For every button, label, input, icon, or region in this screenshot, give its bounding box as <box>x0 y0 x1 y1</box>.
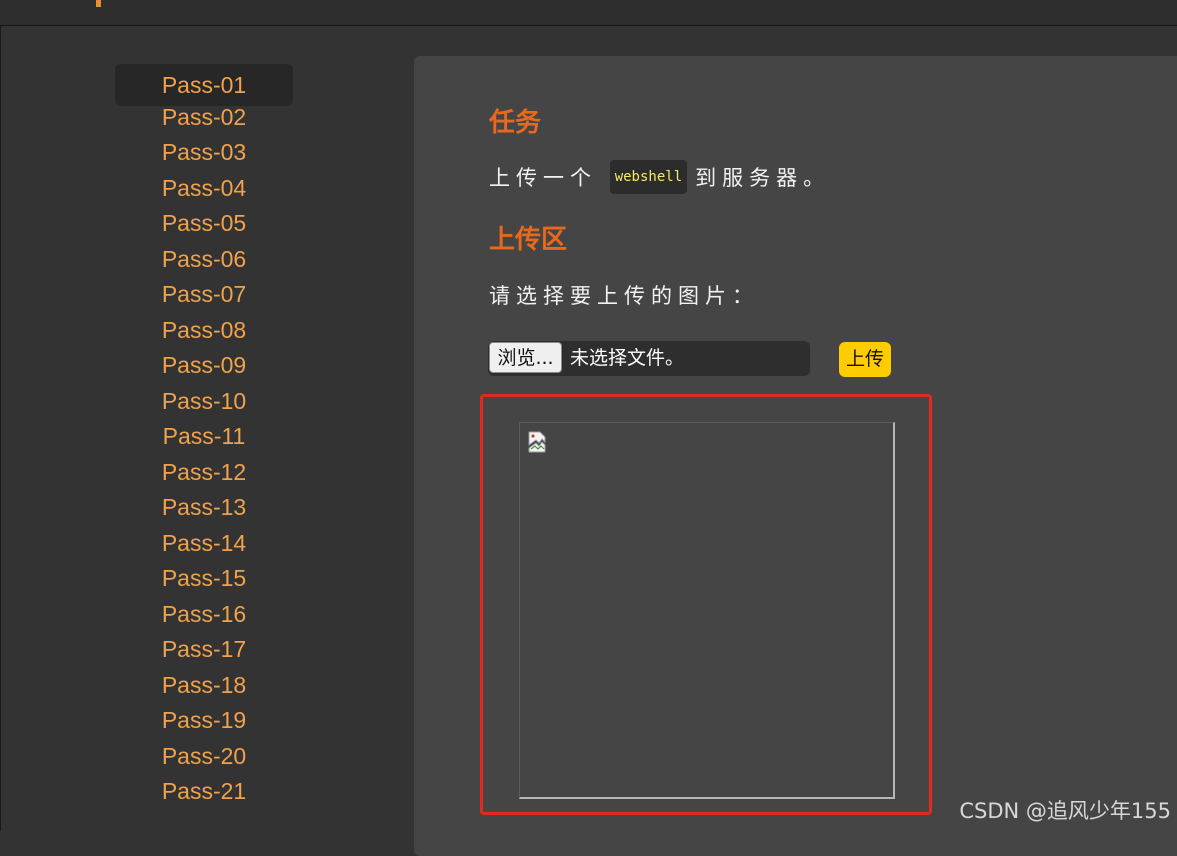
sidebar-item-pass-21[interactable]: Pass-21 <box>115 774 293 810</box>
logo-mark <box>96 0 101 7</box>
sidebar-item-pass-12[interactable]: Pass-12 <box>115 455 293 491</box>
upload-prompt: 请选择要上传的图片： <box>489 284 759 308</box>
webshell-code: webshell <box>609 160 688 194</box>
upload-heading: 上传区 <box>489 225 568 255</box>
sidebar-item-pass-11[interactable]: Pass-11 <box>115 419 293 455</box>
task-heading: 任务 <box>489 108 542 138</box>
file-input[interactable]: 浏览... 未选择文件。 <box>488 341 810 376</box>
sidebar-item-pass-02[interactable]: Pass-02 <box>115 100 293 136</box>
file-status-label: 未选择文件。 <box>570 347 685 369</box>
sidebar-item-pass-07[interactable]: Pass-07 <box>115 277 293 313</box>
sidebar-nav: Pass-01 Pass-02 Pass-03 Pass-04 Pass-05 Pass-… <box>115 64 293 810</box>
sidebar-item-pass-10[interactable]: Pass-10 <box>115 384 293 420</box>
image-preview <box>519 422 895 799</box>
watermark: CSDN @追风少年155 <box>959 799 1171 823</box>
sidebar-item-pass-19[interactable]: Pass-19 <box>115 703 293 739</box>
task-text-after: 到服务器。 <box>695 166 831 190</box>
upload-button[interactable]: 上传 <box>839 342 891 377</box>
sidebar-item-pass-09[interactable]: Pass-09 <box>115 348 293 384</box>
sidebar-item-pass-05[interactable]: Pass-05 <box>115 206 293 242</box>
sidebar-item-pass-08[interactable]: Pass-08 <box>115 313 293 349</box>
sidebar-item-pass-16[interactable]: Pass-16 <box>115 597 293 633</box>
task-description: 上传一个 webshell 到服务器。 <box>489 160 831 196</box>
task-text-before: 上传一个 <box>489 166 597 190</box>
sidebar-item-pass-15[interactable]: Pass-15 <box>115 561 293 597</box>
sidebar-item-pass-03[interactable]: Pass-03 <box>115 135 293 171</box>
sidebar-item-pass-20[interactable]: Pass-20 <box>115 739 293 775</box>
sidebar-item-pass-18[interactable]: Pass-18 <box>115 668 293 704</box>
sidebar-item-pass-14[interactable]: Pass-14 <box>115 526 293 562</box>
sidebar-item-pass-04[interactable]: Pass-04 <box>115 171 293 207</box>
top-bar <box>0 0 1177 26</box>
broken-image-icon <box>528 431 546 453</box>
sidebar-item-pass-06[interactable]: Pass-06 <box>115 242 293 278</box>
sidebar-item-pass-17[interactable]: Pass-17 <box>115 632 293 668</box>
browse-button[interactable]: 浏览... <box>489 342 562 373</box>
sidebar-item-pass-13[interactable]: Pass-13 <box>115 490 293 526</box>
left-border <box>0 26 1 831</box>
